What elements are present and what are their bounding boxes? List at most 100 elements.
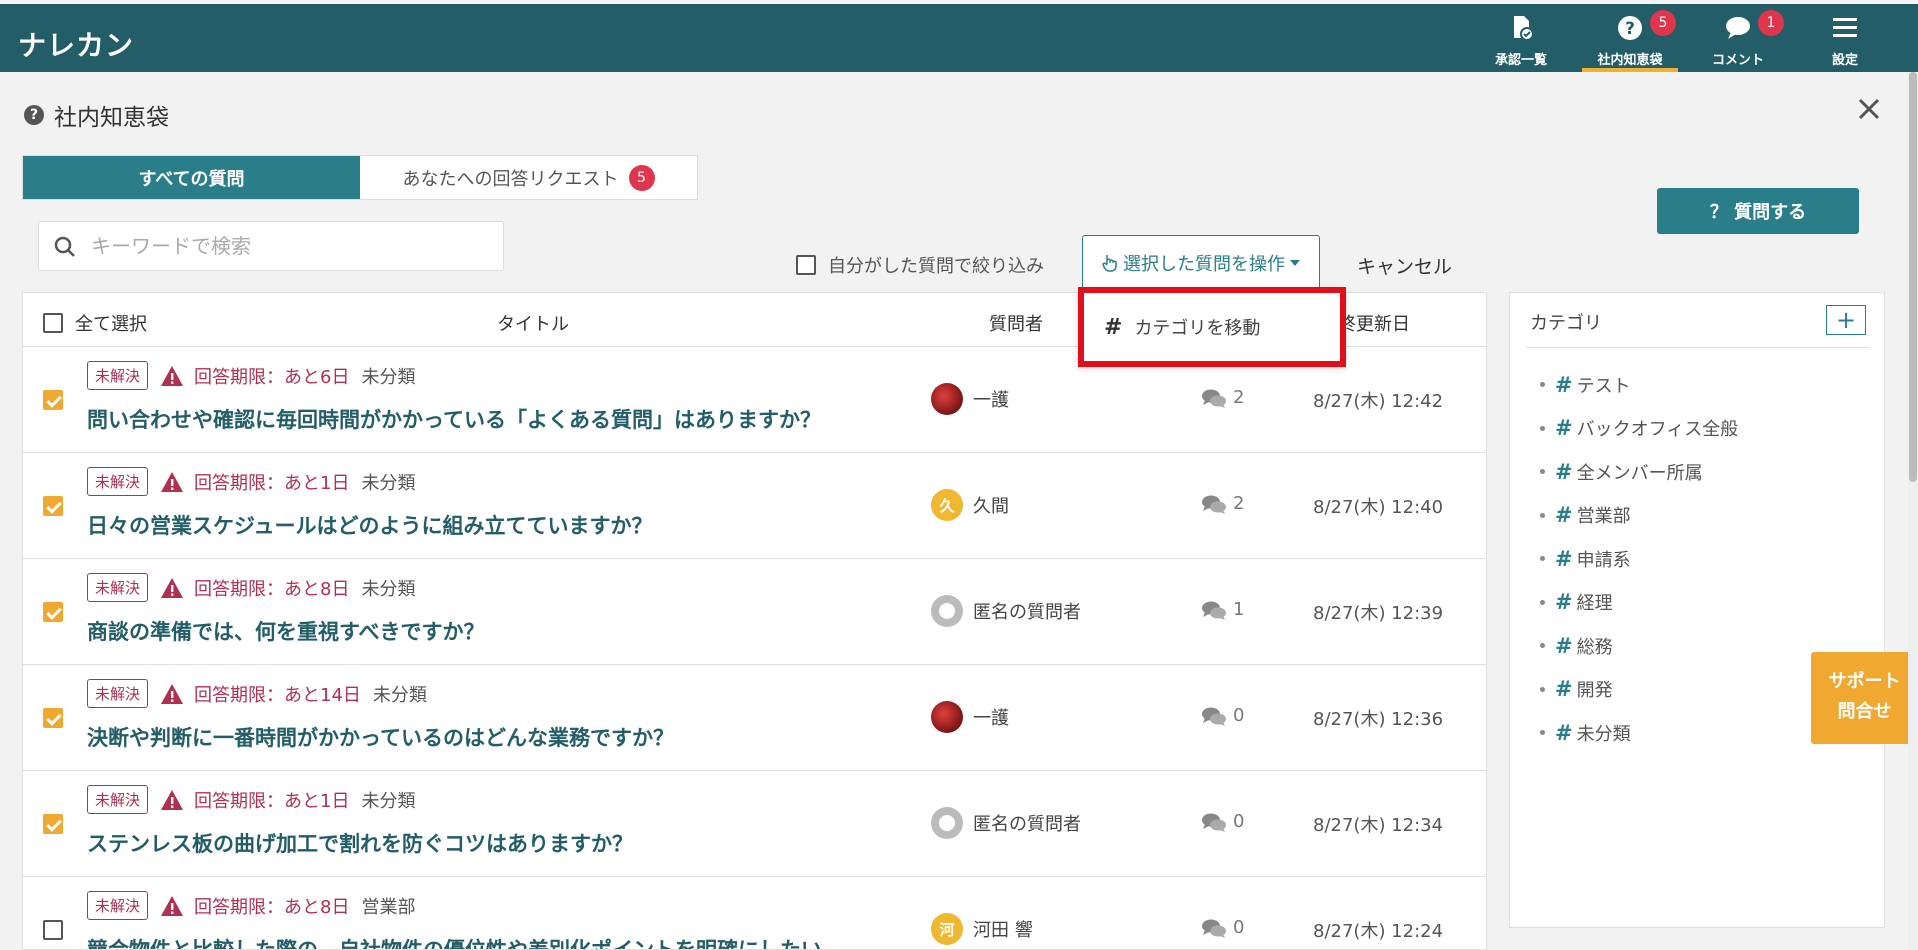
question-tabs: すべての質問 あなたへの回答リクエスト 5 <box>22 155 698 200</box>
category-name: 申請系 <box>1576 549 1631 571</box>
category-label: 未分類 <box>361 790 416 812</box>
row-checkbox[interactable] <box>43 920 63 940</box>
approval-doc-icon <box>1514 16 1534 41</box>
comment-count-value: 0 <box>1233 811 1245 832</box>
deadline-text: 回答期限：あと8日 <box>194 578 350 600</box>
asker-name: 河田 響 <box>973 920 1033 941</box>
table-row[interactable]: 未解決 回答期限：あと1日 未分類 日々の営業スケジュールはどのように組み立てています… <box>23 453 1486 559</box>
select-all[interactable]: 全て選択 <box>43 310 147 336</box>
brand-logo[interactable]: ナレカン <box>18 24 134 64</box>
comment-count: 2 <box>1201 387 1244 408</box>
page-title-text: 社内知恵袋 <box>54 105 169 131</box>
question-meta: 未解決 回答期限：あと8日 未分類 <box>87 573 415 602</box>
category-item[interactable]: # 未分類 <box>1540 711 1738 755</box>
hash-icon: # <box>1104 314 1123 340</box>
tab-label: すべての質問 <box>138 168 245 190</box>
tab-badge: 5 <box>628 164 655 191</box>
category-item[interactable]: # バックオフィス全般 <box>1540 407 1738 451</box>
scrollbar[interactable] <box>1908 72 1918 950</box>
status-badge: 未解決 <box>87 573 149 602</box>
comment-count-value: 2 <box>1233 387 1245 408</box>
row-checkbox[interactable] <box>43 602 63 622</box>
nav-approval-list[interactable]: 承認一覧 <box>1473 4 1569 72</box>
question-title-link[interactable]: 競合物件と比較した際の、自社物件の優位性や差別化ポイントを明確にしたい <box>87 934 822 949</box>
category-name: 開発 <box>1576 680 1613 702</box>
avatar: 河 <box>931 913 963 945</box>
category-item[interactable]: # テスト <box>1540 363 1738 407</box>
row-checkbox[interactable] <box>43 708 63 728</box>
comments-icon <box>1202 389 1226 408</box>
bullet <box>1540 730 1545 736</box>
comment-count-value: 1 <box>1233 599 1245 620</box>
nav-comment[interactable]: 1 コメント <box>1690 4 1786 72</box>
avatar <box>931 701 963 733</box>
nav-badge: 5 <box>1650 10 1676 36</box>
row-checkbox[interactable] <box>43 390 63 410</box>
table-row[interactable]: 未解決 回答期限：あと1日 未分類 ステンレス板の曲げ加工で割れを防ぐコツはありますか… <box>23 771 1486 877</box>
question-title-link[interactable]: 決断や判断に一番時間がかかっているのはどんな業務ですか？ <box>87 722 674 752</box>
category-panel-title: カテゴリ <box>1530 313 1602 334</box>
move-category-menu-item[interactable]: # カテゴリを移動 <box>1078 287 1346 367</box>
status-badge: 未解決 <box>87 361 149 390</box>
table-row[interactable]: 未解決 回答期限：あと8日 未分類 商談の準備では、何を重視すべきですか？ 匿名の質問者… <box>23 559 1486 665</box>
support-contact-button[interactable]: サポート 問合せ <box>1811 652 1918 744</box>
comment-count: 2 <box>1201 493 1244 514</box>
selected-operations-label: 選択した質問を操作 <box>1123 254 1285 275</box>
category-item[interactable]: # 申請系 <box>1540 537 1738 581</box>
status-badge: 未解決 <box>87 679 149 708</box>
question-title-link[interactable]: ステンレス板の曲げ加工で割れを防ぐコツはありますか？ <box>87 828 633 858</box>
category-item[interactable]: # 経理 <box>1540 581 1738 625</box>
category-name: 未分類 <box>1576 723 1631 745</box>
row-checkbox[interactable] <box>43 814 63 834</box>
hash-icon: # <box>1555 720 1573 745</box>
bullet <box>1540 599 1545 605</box>
nav-settings[interactable]: 設定 <box>1797 4 1893 72</box>
row-checkbox[interactable] <box>43 496 63 516</box>
category-item[interactable]: # 営業部 <box>1540 494 1738 538</box>
asker-name: 匿名の質問者 <box>973 602 1081 623</box>
category-item[interactable]: # 総務 <box>1540 624 1738 668</box>
own-question-filter[interactable]: 自分がした質問で絞り込み <box>796 252 1044 278</box>
hash-icon: # <box>1555 503 1573 528</box>
question-title-link[interactable]: 日々の営業スケジュールはどのように組み立てていますか？ <box>87 510 653 540</box>
own-filter-checkbox[interactable] <box>796 255 816 275</box>
selected-operations-button[interactable]: 選択した質問を操作 <box>1082 235 1320 291</box>
updated-date: 8/27(木) 12:24 <box>1313 921 1444 942</box>
asker: 匿名の質問者 <box>931 595 1081 627</box>
category-list: # テスト # バックオフィス全般 # 全メンバー所属 # 営業部 # 申請系 # 経理 # 総務 # 開発 #… <box>1540 363 1738 755</box>
hash-icon: # <box>1555 459 1573 484</box>
tab-label: あなたへの回答リクエスト <box>402 168 619 190</box>
page-title: ? 社内知恵袋 <box>24 98 169 132</box>
category-name: テスト <box>1576 375 1631 397</box>
category-item[interactable]: # 全メンバー所属 <box>1540 450 1738 494</box>
category-name: 総務 <box>1576 636 1613 658</box>
ask-question-button[interactable]: ？ 質問する <box>1657 188 1859 234</box>
question-title-link[interactable]: 商談の準備では、何を重視すべきですか？ <box>87 616 485 646</box>
comments-icon <box>1202 919 1226 938</box>
bullet <box>1540 643 1545 649</box>
search-input[interactable] <box>91 232 491 260</box>
hash-icon: # <box>1555 416 1573 441</box>
updated-date: 8/27(木) 12:34 <box>1313 815 1444 836</box>
asker: 一護 <box>931 383 1009 415</box>
close-icon[interactable] <box>1852 92 1886 126</box>
category-item[interactable]: # 開発 <box>1540 668 1738 712</box>
nav-knowledge[interactable]: ? 5 社内知恵袋 <box>1582 4 1678 72</box>
table-row[interactable]: 未解決 回答期限：あと14日 未分類 決断や判断に一番時間がかかっているのはどんな業務… <box>23 665 1486 771</box>
cancel-button[interactable]: キャンセル <box>1357 252 1452 279</box>
comment-count: 0 <box>1201 811 1244 832</box>
add-category-button[interactable]: + <box>1826 305 1866 335</box>
nav-label: コメント <box>1711 53 1764 68</box>
comment-count: 0 <box>1201 705 1244 726</box>
category-label: 営業部 <box>361 896 416 918</box>
tab-all-questions[interactable]: すべての質問 <box>23 156 360 199</box>
tab-answer-requests[interactable]: あなたへの回答リクエスト 5 <box>360 156 697 199</box>
scrollbar-thumb[interactable] <box>1909 72 1917 482</box>
select-all-checkbox[interactable] <box>43 313 63 333</box>
table-row[interactable]: 未解決 回答期限：あと8日 営業部 競合物件と比較した際の、自社物件の優位性や差別化ポ… <box>23 877 1486 949</box>
comments-icon <box>1202 495 1226 514</box>
deadline-text: 回答期限：あと14日 <box>194 684 361 706</box>
bullet <box>1540 425 1545 431</box>
question-title-link[interactable]: 問い合わせや確認に毎回時間がかかっている「よくある質問」はありますか？ <box>87 404 821 434</box>
category-name: 営業部 <box>1576 506 1631 528</box>
